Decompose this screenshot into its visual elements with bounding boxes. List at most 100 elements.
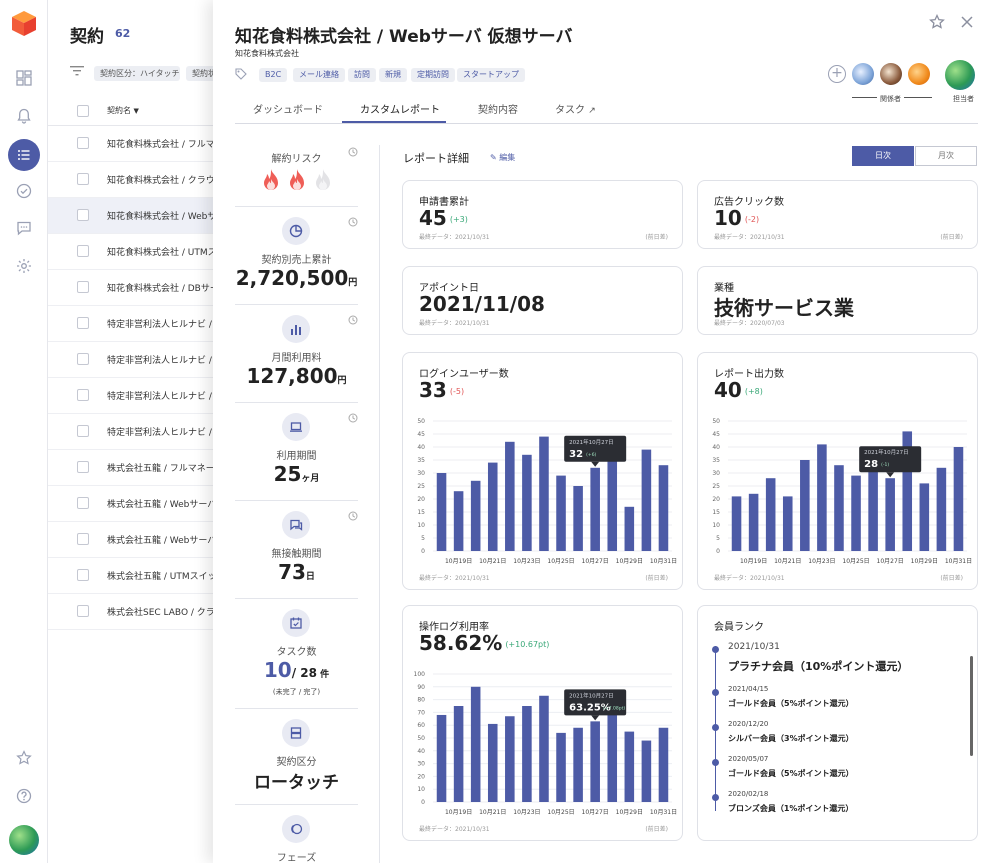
x-tick-label: 10月31日 (650, 809, 677, 816)
row-contract-name[interactable]: 特定非営利法人ヒルナビ / (107, 317, 228, 330)
page-title: 知花食料株式会社 / Webサーバ 仮想サーバ (235, 27, 573, 47)
row-contract-name[interactable]: 知花食料株式会社 / Webサ (107, 209, 228, 222)
table-row[interactable]: 知花食料株式会社 / UTMス (48, 234, 228, 270)
scrollbar[interactable] (970, 656, 973, 756)
tag[interactable]: B2C (259, 68, 288, 82)
row-checkbox[interactable] (77, 533, 89, 545)
table-row[interactable]: 株式会社SEC LABO / クラウ (48, 594, 228, 630)
row-contract-name[interactable]: 知花食料株式会社 / DBサー (107, 281, 228, 294)
company-name[interactable]: 知花食料株式会社 (235, 48, 299, 59)
table-row[interactable]: 知花食料株式会社 / Webサ (48, 198, 228, 234)
row-checkbox[interactable] (77, 245, 89, 257)
history-icon[interactable] (348, 315, 358, 325)
card-value: 2021/11/08 (419, 292, 545, 316)
table-row[interactable]: 特定非営利法人ヒルナビ / (48, 342, 228, 378)
edit-link[interactable]: ✎ 編集 (490, 152, 515, 163)
x-tick-label: 10月21日 (774, 558, 801, 565)
stakeholder-avatar[interactable] (880, 63, 902, 85)
list-icon[interactable] (8, 139, 40, 171)
row-contract-name[interactable]: 特定非営利法人ヒルナビ / (107, 425, 228, 438)
row-contract-name[interactable]: 株式会社五龍 / Webサーバ (107, 533, 228, 546)
filter-icon[interactable] (70, 65, 84, 77)
row-contract-name[interactable]: 知花食料株式会社 / クラウ (107, 173, 228, 186)
check-circle-icon[interactable] (10, 177, 38, 205)
tag[interactable]: 訪問 (348, 68, 376, 82)
tag[interactable]: メール連絡 (293, 68, 345, 82)
row-contract-name[interactable]: 知花食料株式会社 / UTMス (107, 245, 228, 258)
row-contract-name[interactable]: 特定非営利法人ヒルナビ / (107, 353, 228, 366)
toggle-daily[interactable]: 日次 (852, 146, 914, 166)
select-all-checkbox[interactable] (77, 105, 89, 117)
chart-bar (953, 447, 964, 551)
manager-avatar[interactable] (945, 60, 975, 90)
table-row[interactable]: 知花食料株式会社 / フルマネ (48, 126, 228, 162)
tab-dashboard[interactable]: ダッシュボード (253, 101, 323, 116)
row-checkbox[interactable] (77, 497, 89, 509)
tag[interactable]: 定期訪問 (411, 68, 455, 82)
gear-icon[interactable] (10, 252, 38, 280)
report-title: レポート詳細 (403, 152, 469, 165)
row-checkbox[interactable] (77, 605, 89, 617)
row-checkbox[interactable] (77, 425, 89, 437)
chart-bar (607, 452, 618, 551)
chart-bar (539, 436, 549, 551)
table-row[interactable]: 特定非営利法人ヒルナビ / (48, 414, 228, 450)
tab-custom-report[interactable]: カスタムレポート (360, 101, 440, 116)
row-checkbox[interactable] (77, 281, 89, 293)
row-checkbox[interactable] (77, 389, 89, 401)
row-checkbox[interactable] (77, 569, 89, 581)
add-stakeholder-button[interactable]: + (828, 65, 846, 83)
x-tick-label: 10月19日 (445, 558, 472, 565)
tag[interactable]: スタートアップ (457, 68, 525, 82)
stakeholder-avatar[interactable] (908, 63, 930, 85)
divider (235, 304, 358, 305)
history-icon[interactable] (348, 217, 358, 227)
row-checkbox[interactable] (77, 209, 89, 221)
table-row[interactable]: 特定非営利法人ヒルナビ / (48, 306, 228, 342)
column-header-contract-name[interactable]: 契約名 ▼ (107, 105, 139, 116)
table-row[interactable]: 株式会社五龍 / Webサーバ (48, 522, 228, 558)
chart-bar (470, 686, 481, 802)
toggle-monthly[interactable]: 月次 (915, 146, 977, 166)
row-checkbox[interactable] (77, 461, 89, 473)
table-row[interactable]: 株式会社五龍 / Webサーバ (48, 486, 228, 522)
bell-icon[interactable] (10, 102, 38, 130)
row-contract-name[interactable]: 株式会社五龍 / UTMスイッ (107, 569, 228, 582)
row-checkbox[interactable] (77, 353, 89, 365)
tab-contract-details[interactable]: 契約内容 (478, 101, 518, 116)
row-contract-name[interactable]: 特定非営利法人ヒルナビ / (107, 389, 228, 402)
row-contract-name[interactable]: 株式会社五龍 / Webサーバ (107, 497, 228, 510)
user-avatar[interactable] (9, 825, 39, 855)
favorite-star-icon[interactable] (929, 14, 945, 30)
row-checkbox[interactable] (77, 137, 89, 149)
history-icon[interactable] (348, 413, 358, 423)
table-row[interactable]: 株式会社五龍 / UTMスイッ (48, 558, 228, 594)
table-row[interactable]: 知花食料株式会社 / クラウ (48, 162, 228, 198)
row-checkbox[interactable] (77, 173, 89, 185)
help-icon[interactable] (10, 782, 38, 810)
table-row[interactable]: 特定非営利法人ヒルナビ / (48, 378, 228, 414)
history-icon[interactable] (348, 511, 358, 521)
dashboard-grid-icon[interactable] (10, 64, 38, 92)
logo-cube-icon[interactable] (9, 8, 39, 38)
table-row[interactable]: 知花食料株式会社 / DBサー (48, 270, 228, 306)
row-contract-name[interactable]: 株式会社五龍 / フルマネー (107, 461, 228, 474)
chat-icon[interactable] (10, 214, 38, 242)
oplog-rate-chart: 0 10 20 30 40 50 60 70 80 90 100 10月19日 10月21日 10月23日… (414, 671, 678, 816)
star-icon[interactable] (10, 744, 38, 772)
tab-tasks[interactable]: タスク ↗ (555, 101, 596, 116)
row-contract-name[interactable]: 知花食料株式会社 / フルマネ (107, 137, 228, 150)
close-icon[interactable] (959, 14, 975, 30)
x-tick-label: 10月27日 (582, 809, 609, 816)
task-count-value[interactable]: 10/ 28 件 (235, 658, 358, 682)
stakeholder-avatar[interactable] (852, 63, 874, 85)
row-contract-name[interactable]: 株式会社SEC LABO / クラウ (107, 605, 228, 618)
tag[interactable]: 新規 (379, 68, 407, 82)
filter-chip[interactable]: 契約区分：ハイタッチ (94, 66, 180, 81)
flame-icon (316, 169, 330, 190)
y-tick-label: 50 (712, 418, 720, 425)
y-tick-label: 30 (712, 470, 720, 477)
row-checkbox[interactable] (77, 317, 89, 329)
table-row[interactable]: 株式会社五龍 / フルマネー (48, 450, 228, 486)
y-tick-label: 40 (712, 444, 720, 451)
